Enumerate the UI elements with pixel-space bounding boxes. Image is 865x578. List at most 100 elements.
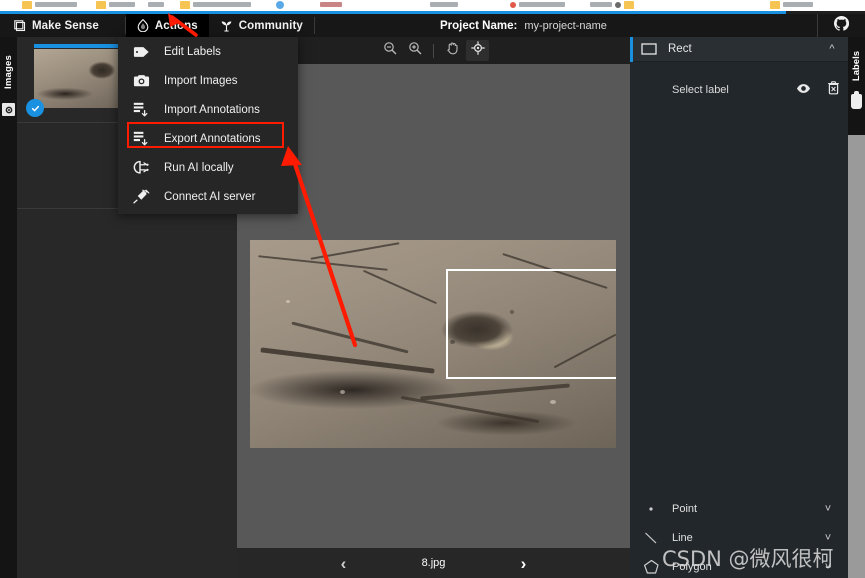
label-row[interactable]: Select label <box>630 77 848 103</box>
project-name-value[interactable]: my-project-name <box>524 20 607 32</box>
nav-item-actions[interactable]: Actions <box>125 14 209 37</box>
bookmark-item[interactable] <box>148 0 164 9</box>
gravel-speck <box>286 300 290 303</box>
site-favicon <box>276 0 284 9</box>
annotated-photo <box>250 240 616 448</box>
menu-item-import-annotations-label: Import Annotations <box>164 103 260 116</box>
bookmark-label <box>519 2 565 7</box>
project-name-block: Project Name: my-project-name <box>440 14 607 37</box>
annotation-bounding-box[interactable] <box>446 269 616 379</box>
point-icon <box>630 505 672 513</box>
bookmark-item[interactable] <box>96 0 135 9</box>
gravel-speck <box>550 400 556 404</box>
browser-bookmarks-bar <box>0 0 865 11</box>
chevron-down-icon[interactable]: ˅ <box>808 503 848 515</box>
actions-dropdown-menu: Edit Labels Import Images Import Annotat… <box>118 37 298 214</box>
folder-icon <box>180 0 190 9</box>
list-download-icon <box>118 131 164 146</box>
folder-icon <box>96 0 106 9</box>
thumbnail-selection-bar-top <box>34 44 131 48</box>
bookmark-label <box>783 2 813 7</box>
panel-accent-bar <box>630 37 633 62</box>
crack-detail <box>363 269 437 305</box>
thumbnail-image <box>34 49 131 108</box>
pan-tool-button[interactable] <box>441 40 464 61</box>
zoom-in-icon <box>408 41 422 60</box>
github-icon <box>833 15 850 36</box>
labels-panel-title: Rect <box>668 43 692 55</box>
toolbar-divider <box>433 43 434 58</box>
watermark-text: CSDN @微风很柯 <box>662 547 834 571</box>
image-nav-bar: ‹ 8.jpg › <box>237 548 630 578</box>
toggle-visibility-button[interactable] <box>788 81 818 99</box>
bookmark-item[interactable] <box>22 0 77 9</box>
menu-item-export-annotations[interactable]: Export Annotations <box>118 124 298 153</box>
github-link[interactable] <box>817 14 865 37</box>
tool-point[interactable]: Point ˅ <box>630 493 848 525</box>
previous-image-button[interactable]: ‹ <box>314 555 374 572</box>
bookmark-item[interactable] <box>180 0 251 9</box>
next-image-button[interactable]: › <box>494 555 554 572</box>
menu-item-import-images[interactable]: Import Images <box>118 66 298 95</box>
bookmark-label <box>430 2 458 7</box>
navbar-divider-2 <box>313 17 315 34</box>
bookmark-item[interactable] <box>510 0 565 9</box>
rail-tab-images[interactable]: Images <box>0 43 17 101</box>
nav-item-community[interactable]: Community <box>209 14 314 37</box>
nav-item-actions-label: Actions <box>154 19 198 32</box>
thumbnail-wrapper[interactable] <box>26 44 135 117</box>
rail-tab-labels[interactable]: Labels <box>848 41 865 91</box>
flame-icon <box>137 19 149 32</box>
zoom-in-button[interactable] <box>403 40 426 61</box>
right-rail-scroll-track[interactable] <box>848 135 865 578</box>
zoom-out-icon <box>383 41 397 60</box>
project-name-label: Project Name: <box>440 19 518 32</box>
camera-icon <box>118 74 164 88</box>
current-image-name: 8.jpg <box>421 557 446 569</box>
labels-panel: Rect ^ Select label Point ˅ Line ˅ Polyg… <box>630 37 848 578</box>
chevron-up-icon[interactable]: ^ <box>816 43 848 55</box>
bookmark-item[interactable] <box>430 0 458 9</box>
menu-item-edit-labels[interactable]: Edit Labels <box>118 37 298 66</box>
menu-item-run-ai-locally-label: Run AI locally <box>164 161 234 174</box>
zoom-out-button[interactable] <box>378 40 401 61</box>
app-logo-makesense[interactable]: Make Sense <box>0 14 125 37</box>
label-tag-icon[interactable] <box>851 91 862 109</box>
site-favicon <box>615 1 621 8</box>
fit-to-screen-icon <box>470 41 485 60</box>
delete-label-button[interactable] <box>818 80 848 100</box>
crack-detail <box>260 347 435 374</box>
images-gear-icon[interactable] <box>2 103 15 116</box>
left-rail: Images <box>0 37 17 578</box>
menu-item-import-annotations[interactable]: Import Annotations <box>118 95 298 124</box>
gravel-speck <box>340 390 345 394</box>
fit-to-screen-button[interactable] <box>466 40 489 61</box>
hand-pan-icon <box>446 41 459 60</box>
right-rail: Labels <box>848 37 865 135</box>
bookmark-item[interactable] <box>590 0 634 9</box>
menu-item-edit-labels-label: Edit Labels <box>164 45 221 58</box>
eye-icon <box>796 81 811 99</box>
label-row-name[interactable]: Select label <box>630 84 788 96</box>
app-logo-label: Make Sense <box>32 19 99 32</box>
menu-item-connect-ai-server-label: Connect AI server <box>164 190 256 203</box>
bookmark-label <box>148 2 164 7</box>
bookmark-item[interactable] <box>320 0 342 9</box>
menu-item-run-ai-locally[interactable]: Run AI locally <box>118 153 298 182</box>
square-layers-icon <box>14 19 26 32</box>
thumbnail-checked-badge <box>26 99 44 117</box>
bookmark-label <box>109 2 135 7</box>
rect-icon <box>630 43 668 55</box>
bookmark-item[interactable] <box>770 0 813 9</box>
bookmark-label <box>193 2 251 7</box>
bookmark-item[interactable] <box>276 0 284 9</box>
folder-icon <box>624 0 634 9</box>
labels-panel-header[interactable]: Rect ^ <box>630 37 848 62</box>
top-navbar: Make Sense Actions Community Project Nam… <box>0 14 865 37</box>
ai-chip-icon <box>118 160 164 175</box>
folder-icon <box>22 0 32 9</box>
bookmark-label <box>320 2 342 7</box>
menu-item-connect-ai-server[interactable]: Connect AI server <box>118 182 298 211</box>
plug-icon <box>118 189 164 204</box>
rail-tab-images-label: Images <box>3 55 14 89</box>
